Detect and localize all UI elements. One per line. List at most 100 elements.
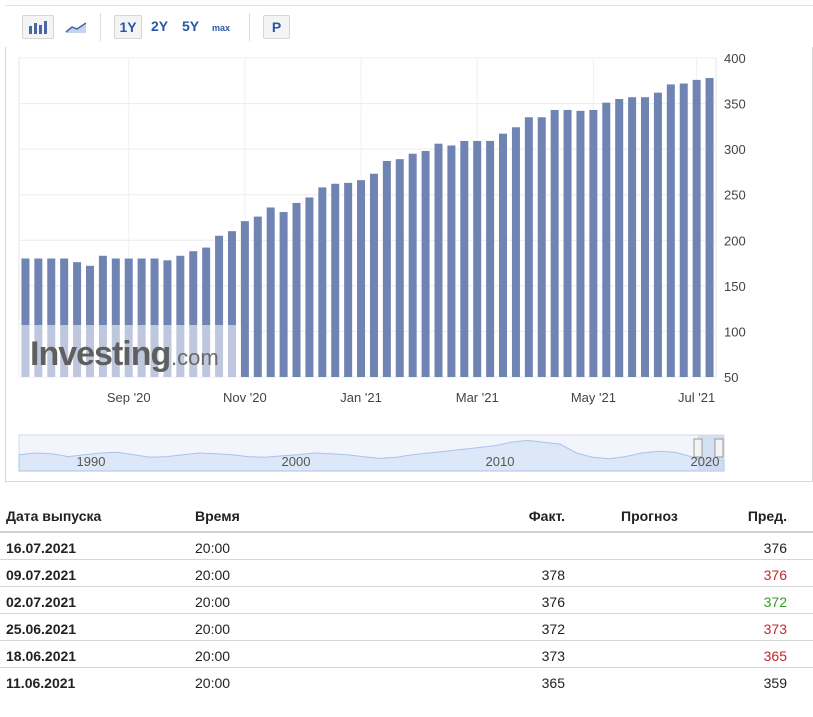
bar — [679, 83, 688, 377]
bar — [395, 159, 404, 377]
bar — [369, 173, 378, 377]
y-tick-label: 200 — [724, 233, 746, 248]
range-1y-button[interactable]: 1Y — [114, 15, 142, 39]
x-axis: Sep '20 Nov '20 Jan '21 Mar '21 May '21 Jul '… — [107, 390, 715, 405]
bar — [318, 187, 327, 377]
row-previous: 376 — [763, 567, 787, 583]
range-5y-button[interactable]: 5Y — [182, 18, 199, 34]
row-date: 16.07.2021 — [6, 540, 77, 556]
range-navigator[interactable]: 1990 2000 2010 2020 — [18, 434, 725, 472]
y-tick-label: 100 — [724, 324, 746, 339]
bar-chart-button[interactable] — [22, 15, 54, 39]
bar — [576, 110, 585, 377]
x-tick-label: Jan '21 — [340, 390, 382, 405]
bar — [421, 150, 430, 377]
line-chart-icon — [65, 22, 87, 33]
y-tick-label: 250 — [724, 188, 746, 203]
bar — [628, 97, 637, 377]
chart-toolbar: 1Y 2Y 5Y max P — [5, 5, 813, 50]
bar — [305, 197, 314, 377]
row-previous: 372 — [763, 594, 787, 610]
watermark: Investing .com — [19, 325, 241, 377]
y-tick-label: 150 — [724, 279, 746, 294]
toolbar-separator — [249, 13, 250, 41]
bar — [563, 109, 572, 378]
bar — [434, 143, 443, 377]
bar — [511, 127, 520, 377]
y-tick-label: 300 — [724, 142, 746, 157]
table-row: 16.07.2021 20:00 376 — [0, 533, 813, 560]
row-time: 20:00 — [195, 594, 231, 610]
row-date: 11.06.2021 — [6, 675, 76, 691]
header-time: Время — [195, 508, 240, 524]
bar — [292, 202, 301, 377]
x-tick-label: Sep '20 — [107, 390, 151, 405]
row-date: 18.06.2021 — [6, 648, 77, 664]
row-date: 02.07.2021 — [6, 594, 77, 610]
p-button[interactable]: P — [263, 15, 290, 39]
row-time: 20:00 — [195, 621, 231, 637]
bar — [550, 109, 559, 378]
bar — [537, 117, 546, 377]
bar — [344, 182, 353, 377]
chart-svg: Investing .com 50 100 150 200 250 300 350 400 S… — [18, 51, 746, 472]
row-actual: 372 — [541, 621, 565, 637]
bar — [382, 160, 391, 377]
bar — [408, 153, 417, 377]
row-date: 25.06.2021 — [6, 621, 77, 637]
y-axis: 50 100 150 200 250 300 350 400 — [724, 51, 746, 385]
bar — [473, 140, 482, 377]
y-tick-label: 350 — [724, 97, 746, 112]
bar — [666, 84, 675, 377]
row-time: 20:00 — [195, 648, 231, 664]
bar — [499, 133, 508, 377]
x-tick-label: Nov '20 — [223, 390, 267, 405]
range-1y-label: 1Y — [119, 19, 137, 35]
row-date: 09.07.2021 — [6, 567, 77, 583]
row-time: 20:00 — [195, 567, 231, 583]
watermark-suffix: .com — [171, 345, 219, 370]
bar — [331, 183, 340, 377]
bar — [641, 97, 650, 377]
x-tick-label: Mar '21 — [456, 390, 499, 405]
bar — [357, 180, 366, 377]
range-max-button[interactable]: max — [212, 23, 230, 33]
row-time: 20:00 — [195, 540, 231, 556]
table-row: 25.06.2021 20:00 372 373 — [0, 614, 813, 641]
row-actual: 365 — [541, 675, 565, 691]
row-previous: 373 — [763, 621, 787, 637]
bar — [653, 92, 662, 378]
table-row: 02.07.2021 20:00 376 372 — [0, 587, 813, 614]
bar — [589, 109, 598, 378]
navigator-year-label: 2020 — [691, 454, 720, 469]
bar — [447, 145, 456, 377]
navigator-year-label: 1990 — [77, 454, 106, 469]
header-forecast: Прогноз — [621, 508, 678, 524]
bar — [486, 140, 495, 377]
line-chart-button[interactable] — [60, 15, 92, 39]
range-2y-button[interactable]: 2Y — [151, 18, 168, 34]
table-row: 11.06.2021 20:00 365 359 — [0, 668, 813, 694]
y-tick-label: 400 — [724, 51, 746, 66]
p-button-label: P — [271, 19, 282, 35]
row-previous: 359 — [763, 675, 787, 691]
row-time: 20:00 — [195, 675, 231, 691]
navigator-year-label: 2010 — [486, 454, 515, 469]
header-previous: Пред. — [747, 508, 787, 524]
navigator-year-label: 2000 — [282, 454, 311, 469]
toolbar-separator — [100, 13, 101, 41]
bar — [460, 140, 469, 377]
bar — [615, 99, 624, 377]
watermark-brand: Investing — [30, 335, 170, 373]
bar — [602, 102, 611, 377]
row-previous: 365 — [763, 648, 787, 664]
bar — [705, 78, 714, 378]
history-table: Дата выпуска Время Факт. Прогноз Пред. 1… — [0, 500, 813, 694]
row-actual: 376 — [541, 594, 565, 610]
x-tick-label: Jul '21 — [678, 390, 715, 405]
row-previous: 376 — [763, 540, 787, 556]
bar — [279, 212, 288, 377]
table-row: 09.07.2021 20:00 378 376 — [0, 560, 813, 587]
bar — [266, 207, 275, 377]
table-header: Дата выпуска Время Факт. Прогноз Пред. — [0, 500, 813, 533]
